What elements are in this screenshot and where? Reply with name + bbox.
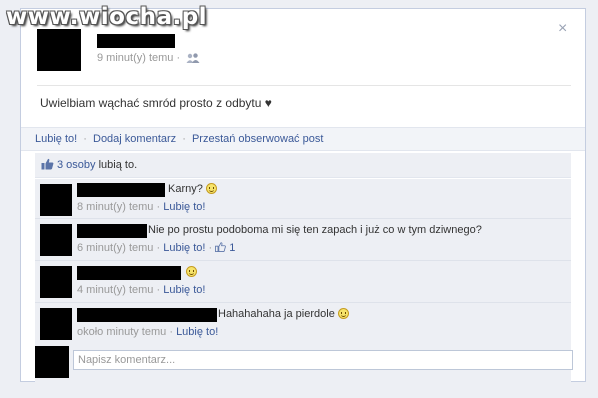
comment-timestamp[interactable]: 4 minut(y) temu <box>77 284 153 296</box>
commenter-name[interactable] <box>77 308 217 322</box>
commenter-avatar[interactable] <box>40 308 72 340</box>
comment-like-link[interactable]: Lubię to! <box>163 284 205 296</box>
comment-item: 4 minut(y) temu · Lubię to! <box>35 261 571 303</box>
meta-separator: · <box>156 242 161 254</box>
comment-timestamp[interactable]: 8 minut(y) temu <box>77 201 153 213</box>
comment-item: Nie po prostu podoboma mi się ten zapach… <box>35 219 571 261</box>
likes-summary: 3 osoby lubią to. <box>35 153 571 178</box>
comment-timestamp[interactable]: około minuty temu <box>77 326 166 338</box>
comment-meta: około minuty temu · Lubię to! <box>77 326 218 338</box>
comment-timestamp[interactable]: 6 minut(y) temu <box>77 242 153 254</box>
post-timestamp[interactable]: 9 minut(y) temu <box>97 52 173 64</box>
likes-text: 3 osoby lubią to. <box>57 159 137 171</box>
commenter-avatar[interactable] <box>40 266 72 298</box>
meta-separator: · <box>156 284 161 296</box>
comment-like-link[interactable]: Lubię to! <box>176 326 218 338</box>
post-meta: 9 minut(y) temu · <box>97 52 200 66</box>
comment-text: Hahahahaha ja pierdole <box>218 308 349 320</box>
smiley-icon <box>337 308 349 319</box>
meta-separator: · <box>176 52 181 64</box>
comment-text <box>183 266 197 278</box>
watermark: www.wiocha.pl <box>6 4 208 30</box>
add-comment-link[interactable]: Dodaj komentarz <box>93 133 176 145</box>
comment-meta: 8 minut(y) temu · Lubię to! <box>77 201 205 213</box>
meta-separator: · <box>156 201 161 213</box>
close-icon[interactable]: × <box>558 21 567 37</box>
comment-likes-count[interactable]: 1 <box>215 242 235 254</box>
meta-separator: · <box>169 326 173 338</box>
comments-list: Karny? 8 minut(y) temu · Lubię to! Nie p… <box>35 179 571 347</box>
commenter-name[interactable] <box>77 224 147 238</box>
thumbs-up-icon <box>215 242 227 252</box>
smiley-icon <box>186 266 197 277</box>
commenter-name[interactable] <box>77 266 181 280</box>
comment-item: Karny? 8 minut(y) temu · Lubię to! <box>35 179 571 219</box>
author-avatar[interactable] <box>37 29 81 71</box>
current-user-avatar <box>35 346 69 378</box>
action-separator: · <box>83 133 87 145</box>
post-text: Uwielbiam wąchać smród prosto z odbytu ♥ <box>40 96 272 110</box>
comment-meta: 6 minut(y) temu · Lubię to! · 1 <box>77 242 235 254</box>
comment-meta: 4 minut(y) temu · Lubię to! <box>77 284 205 296</box>
comment-input[interactable] <box>73 350 573 370</box>
comment-text: Karny? <box>168 183 217 195</box>
likes-suffix: lubią to. <box>98 159 138 171</box>
commenter-name[interactable] <box>77 183 165 197</box>
like-link[interactable]: Lubię to! <box>35 133 77 145</box>
comment-item: Hahahahaha ja pierdole około minuty temu… <box>35 303 571 347</box>
post-card: × 9 minut(y) temu · Uwielbiam wąchać smr… <box>20 8 586 382</box>
header-divider <box>37 85 571 86</box>
comment-like-link[interactable]: Lubię to! <box>163 242 205 254</box>
thumbs-up-icon <box>41 158 54 173</box>
smiley-icon <box>205 183 217 194</box>
commenter-avatar[interactable] <box>40 224 72 256</box>
comment-like-link[interactable]: Lubię to! <box>163 201 205 213</box>
action-separator: · <box>182 133 186 145</box>
comment-text: Nie po prostu podoboma mi się ten zapach… <box>148 224 482 236</box>
unfollow-link[interactable]: Przestań obserwować post <box>192 133 323 145</box>
author-name[interactable] <box>97 34 175 48</box>
likes-count-link[interactable]: 3 osoby <box>57 159 96 171</box>
friends-icon[interactable] <box>186 53 200 66</box>
meta-separator: · <box>208 242 213 254</box>
commenter-avatar[interactable] <box>40 184 72 216</box>
reply-composer <box>35 346 573 382</box>
post-actions-bar: Lubię to! · Dodaj komentarz · Przestań o… <box>21 127 585 151</box>
